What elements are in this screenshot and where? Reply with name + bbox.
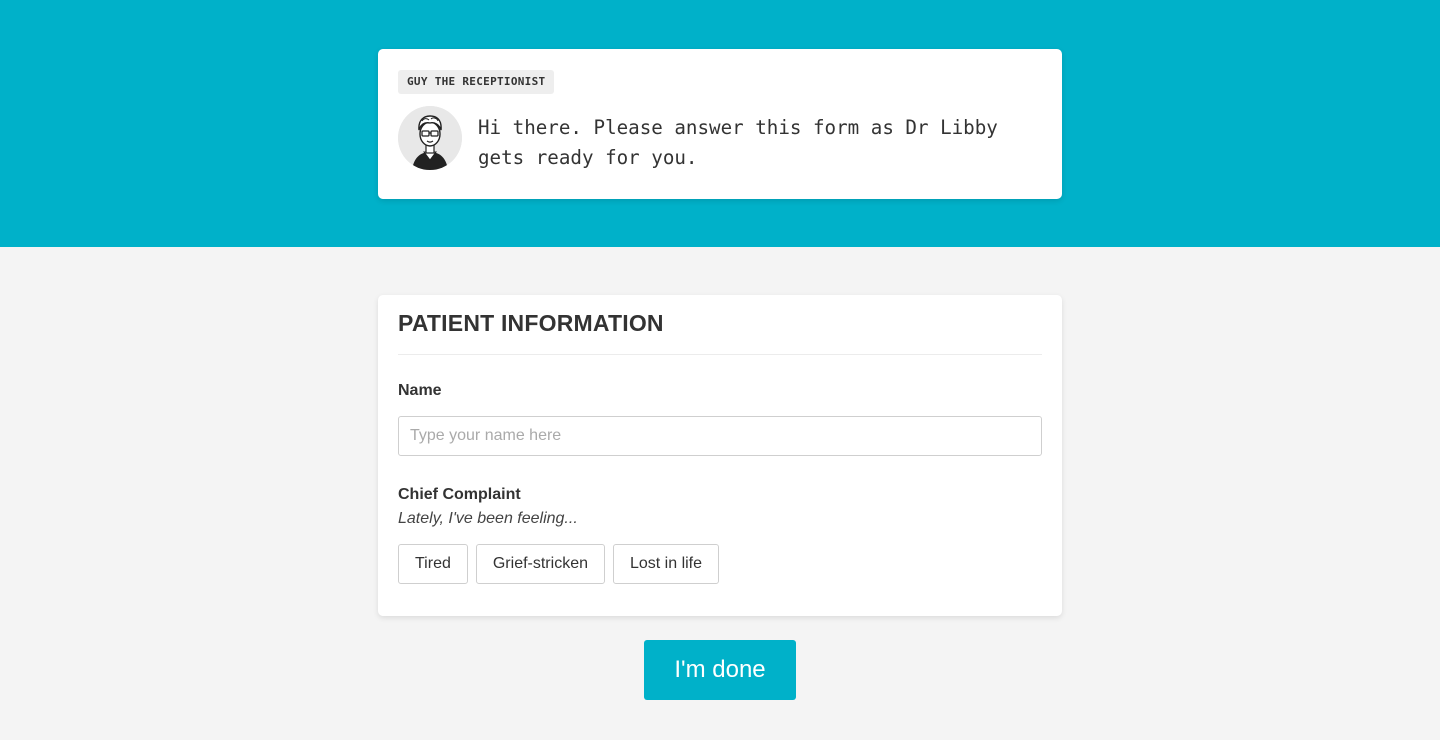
option-grief-stricken-button[interactable]: Grief-stricken [475,544,605,584]
avatar-illustration [398,106,462,170]
name-label: Name [398,382,442,399]
person-with-glasses-icon [398,106,462,170]
title-divider [398,354,1042,355]
speaker-tag: GUY THE RECEPTIONIST [398,70,555,94]
option-tired-button[interactable]: Tired [398,544,468,584]
header-banner: GUY THE RECEPTIONIST Hi there. Please an… [0,0,1440,247]
complaint-options: Tired Grief-stricken Lost in life [398,544,720,584]
patient-information-form: PATIENT INFORMATION Name Chief Complaint… [378,295,1062,616]
receptionist-message-card: GUY THE RECEPTIONIST Hi there. Please an… [378,49,1062,199]
name-input[interactable] [398,416,1042,456]
option-lost-in-life-button[interactable]: Lost in life [612,544,720,584]
receptionist-message: Hi there. Please answer this form as Dr … [478,116,998,169]
chief-complaint-label: Chief Complaint [398,486,521,503]
chief-complaint-hint: Lately, I've been feeling... [398,510,578,527]
form-title: PATIENT INFORMATION [398,310,664,336]
done-button[interactable]: I'm done [644,640,796,700]
